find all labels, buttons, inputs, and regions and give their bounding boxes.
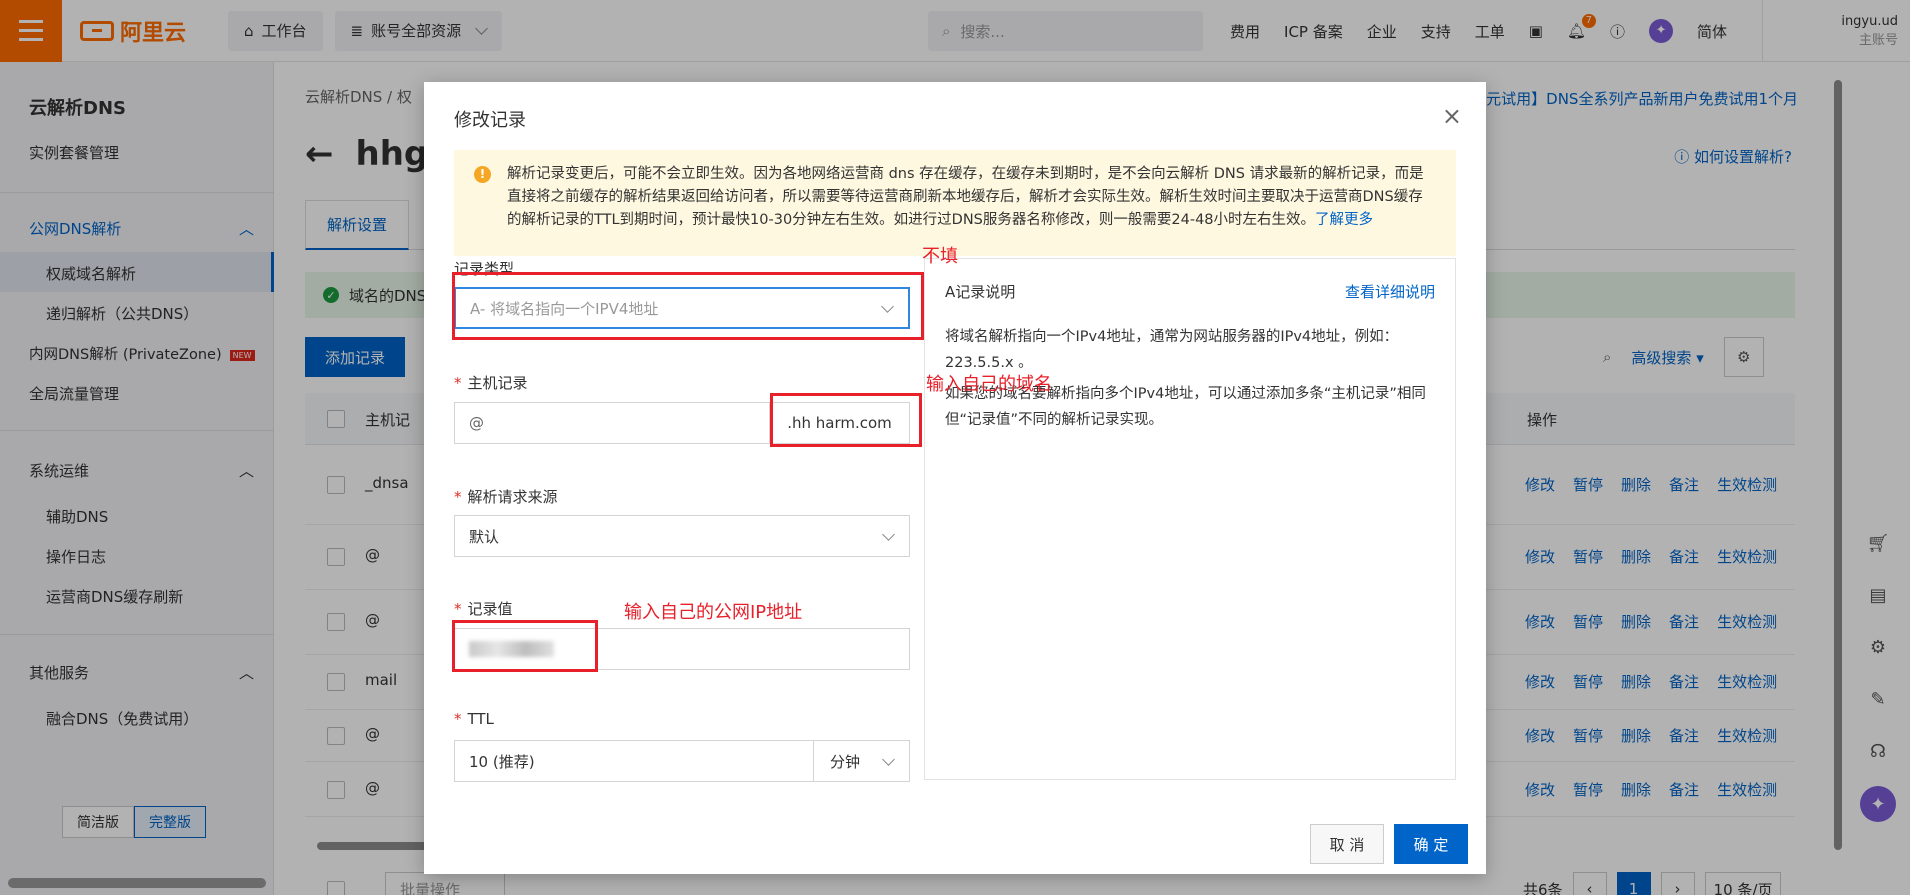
confirm-button[interactable]: 确 定 xyxy=(1394,824,1468,864)
record-type-info-panel: A记录说明 查看详细说明 将域名解析指向一个IPv4地址，通常为网站服务器的IP… xyxy=(924,258,1456,780)
warning-icon: ! xyxy=(474,166,491,183)
host-record-input[interactable]: @ xyxy=(455,403,769,443)
info-paragraph-1: 将域名解析指向一个IPv4地址，通常为网站服务器的IPv4地址，例如：223.5… xyxy=(945,329,1399,371)
ttl-input[interactable]: 10 (推荐) xyxy=(455,741,813,781)
source-label: * 解析请求来源 xyxy=(454,486,558,507)
source-select[interactable]: 默认 xyxy=(454,515,910,557)
annotation-box-domain xyxy=(770,393,922,447)
annotation-no-fill: 不填 xyxy=(922,246,958,267)
required-marker: * xyxy=(454,374,462,392)
warning-notice: ! 解析记录变更后，可能不会立即生效。因为各地网络运营商 dns 存在缓存，在缓… xyxy=(454,150,1456,256)
close-icon[interactable]: × xyxy=(1442,104,1462,128)
record-value-label: * 记录值 xyxy=(454,598,513,619)
record-value-label-text: 记录值 xyxy=(467,600,513,618)
annotation-enter-domain: 输入自己的域名 xyxy=(926,374,1052,395)
host-record-label: * 主机记录 xyxy=(454,372,528,393)
required-marker: * xyxy=(454,600,462,618)
edit-record-dialog: 修改记录 × ! 解析记录变更后，可能不会立即生效。因为各地网络运营商 dns … xyxy=(424,82,1486,874)
ttl-label: * TTL xyxy=(454,710,494,728)
ttl-label-text: TTL xyxy=(467,710,494,728)
view-details-link[interactable]: 查看详细说明 xyxy=(1345,281,1435,302)
annotation-box-ip xyxy=(452,620,598,672)
learn-more-link[interactable]: 了解更多 xyxy=(1315,212,1373,228)
source-label-text: 解析请求来源 xyxy=(467,488,558,506)
info-title: A记录说明 xyxy=(945,283,1016,301)
notice-text: 解析记录变更后，可能不会立即生效。因为各地网络运营商 dns 存在缓存，在缓存未… xyxy=(507,166,1424,228)
ttl-unit-select[interactable]: 分钟 xyxy=(813,741,909,781)
source-value: 默认 xyxy=(469,527,500,546)
ttl-unit-value: 分钟 xyxy=(830,752,861,771)
cancel-button[interactable]: 取 消 xyxy=(1310,824,1384,864)
chevron-down-icon xyxy=(882,527,895,541)
ttl-field: 10 (推荐) 分钟 xyxy=(454,740,910,782)
annotation-enter-ip: 输入自己的公网IP地址 xyxy=(624,602,803,623)
annotation-box-record-type xyxy=(452,272,924,340)
chevron-down-icon xyxy=(882,752,895,766)
host-label-text: 主机记录 xyxy=(467,374,528,392)
required-marker: * xyxy=(454,710,462,728)
required-marker: * xyxy=(454,488,462,506)
dialog-title: 修改记录 xyxy=(454,110,526,131)
